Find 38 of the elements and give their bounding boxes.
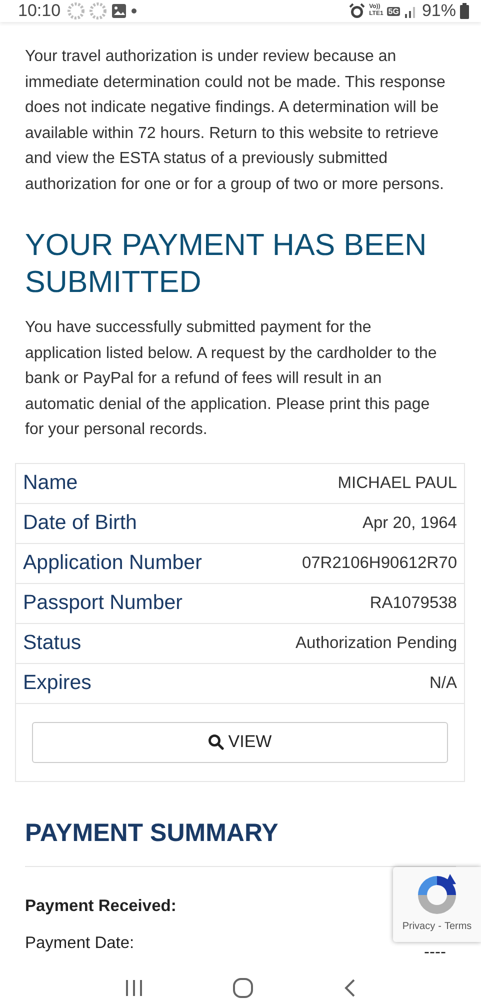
alarm-icon (349, 3, 366, 19)
loading-icon (88, 2, 107, 20)
view-button[interactable]: VIEW (32, 722, 448, 762)
search-icon (208, 734, 224, 750)
signal-icon (404, 4, 418, 18)
recent-apps-icon[interactable] (124, 979, 144, 997)
separator: - (438, 921, 442, 932)
privacy-link[interactable]: Privacy (402, 921, 436, 932)
detail-label: Status (23, 631, 82, 655)
terms-link[interactable]: Terms (444, 921, 472, 932)
recaptcha-badge[interactable]: Privacy - Terms (393, 867, 481, 942)
detail-value: N/A (429, 674, 457, 692)
network-label: 5G (387, 6, 400, 16)
detail-value: Authorization Pending (296, 634, 457, 652)
detail-label: Passport Number (23, 591, 183, 615)
image-icon (110, 3, 127, 19)
detail-value: Apr 20, 1964 (362, 514, 457, 532)
dot-icon (130, 8, 137, 14)
detail-label: Expires (23, 671, 92, 695)
home-icon[interactable] (232, 977, 254, 999)
loading-icon (66, 2, 85, 20)
status-time: 10:10 (18, 1, 61, 21)
page-heading: YOUR PAYMENT HAS BEEN SUBMITTED (25, 227, 428, 301)
detail-value: 07R2106H90612R70 (302, 554, 457, 572)
payment-date-value: ---- (424, 944, 446, 960)
detail-label: Application Number (23, 551, 202, 575)
review-notice: Your travel authorization is under review because an immediate determination could not be made. This response does not indicate negative findings. A determination will be available within 72 hours. Return to this website to retrieve and view the ESTA status of a previously submitted authorization for one or for a group of two or more persons. (25, 47, 446, 194)
payment-received-label: Payment Received: (25, 896, 178, 916)
back-icon[interactable] (342, 978, 357, 998)
detail-label: Date of Birth (23, 511, 137, 535)
battery-icon (460, 3, 469, 19)
detail-label: Name (23, 471, 78, 495)
battery-level: 91% (422, 1, 456, 21)
detail-value: RA1079538 (370, 594, 457, 612)
payment-date-label: Payment Date: (25, 934, 134, 954)
payment-message: You have successfully submitted payment for the application listed below. A request by the cardholder to the bank or PayPal for a refund of fees will result in an automatic denial of the application. Please print this page for your personal records. (25, 318, 438, 440)
summary-heading: PAYMENT SUMMARY (25, 818, 280, 848)
detail-value: MICHAEL PAUL (338, 474, 457, 492)
